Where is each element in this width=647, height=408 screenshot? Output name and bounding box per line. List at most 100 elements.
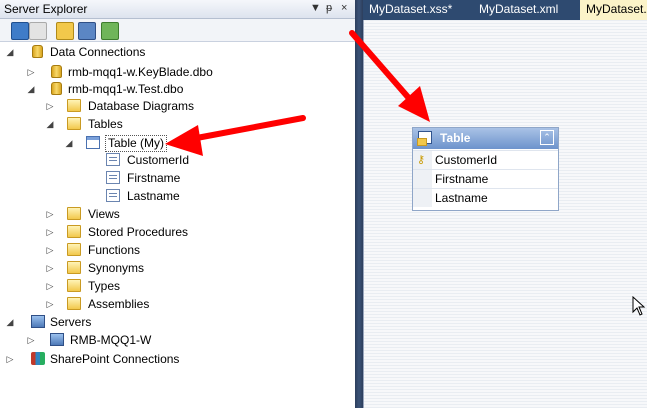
collapse-icon[interactable]: ◢: [26, 80, 36, 98]
tree-item-table-my[interactable]: ◢ Table (My): [0, 134, 350, 152]
tree-label: Functions: [88, 243, 141, 257]
tree-label: CustomerId: [127, 153, 190, 167]
collapse-button[interactable]: ⌃: [540, 130, 554, 145]
expand-icon[interactable]: ▷: [5, 350, 15, 368]
expand-icon[interactable]: ▷: [45, 259, 55, 277]
panel-splitter[interactable]: [355, 0, 363, 408]
column-icon: [106, 189, 120, 202]
tab-mydataset-xss[interactable]: MyDataset.xss*: [363, 0, 458, 20]
row-gutter: [413, 170, 432, 188]
tree-label: rmb-mqq1-w.KeyBlade.dbo: [68, 65, 213, 79]
close-panel-button[interactable]: ×: [341, 2, 347, 14]
sharepoint-icon: [31, 352, 45, 365]
tree-item-column-firstname[interactable]: Firstname: [0, 169, 350, 187]
tree-item-connection-keyblade[interactable]: ▷ rmb-mqq1-w.KeyBlade.dbo: [0, 63, 350, 81]
row-gutter: [413, 189, 432, 207]
expand-icon[interactable]: ▷: [45, 295, 55, 313]
connect-to-database-icon[interactable]: [56, 22, 74, 40]
connect-to-sharepoint-icon[interactable]: [101, 22, 119, 40]
expand-icon[interactable]: ▷: [45, 241, 55, 259]
table-card-header[interactable]: Table ⌃: [413, 128, 558, 149]
servers-icon: [31, 315, 45, 328]
server-explorer-toolbar: [0, 19, 355, 42]
column-name: Lastname: [435, 191, 488, 205]
expand-icon[interactable]: ▷: [26, 63, 36, 81]
database-icon: [51, 82, 62, 95]
tree-item-sharepoint-connections[interactable]: ▷ SharePoint Connections: [0, 350, 350, 368]
tree-label: Lastname: [127, 189, 180, 203]
table-card-title: Table: [440, 131, 471, 145]
column-icon: [106, 153, 120, 166]
table-entity-card[interactable]: Table ⌃ ⚷ CustomerId Firstname Lastname: [412, 127, 559, 211]
tree-item-tables[interactable]: ◢ Tables: [0, 115, 350, 133]
tree-item-stored-procedures[interactable]: ▷ Stored Procedures: [0, 223, 350, 241]
refresh-icon[interactable]: [11, 22, 29, 40]
expand-icon[interactable]: ▷: [45, 223, 55, 241]
dataset-designer-surface[interactable]: Table ⌃ ⚷ CustomerId Firstname Lastname: [363, 20, 647, 408]
tree-label: Firstname: [127, 171, 181, 185]
tree-item-data-connections[interactable]: ◢ Data Connections: [0, 43, 350, 61]
tree-item-types[interactable]: ▷ Types: [0, 277, 350, 295]
tree-label: Database Diagrams: [88, 99, 195, 113]
mouse-cursor-icon: [632, 296, 646, 316]
folder-icon: [67, 117, 81, 130]
tree-label: rmb-mqq1-w.Test.dbo: [68, 82, 184, 96]
expand-icon[interactable]: ▷: [45, 97, 55, 115]
tab-mydataset-active[interactable]: MyDataset.x: [580, 0, 647, 20]
window-position-button[interactable]: ▼: [310, 2, 321, 14]
tree-item-synonyms[interactable]: ▷ Synonyms: [0, 259, 350, 277]
tree-label: Data Connections: [50, 45, 146, 59]
folder-icon: [67, 207, 81, 220]
folder-icon: [67, 297, 81, 310]
folder-icon: [67, 243, 81, 256]
primary-key-icon: ⚷: [417, 154, 426, 166]
tree-label: RMB-MQQ1-W: [70, 333, 152, 347]
table-column-row[interactable]: Firstname: [413, 169, 558, 188]
table-column-row[interactable]: Lastname: [413, 188, 558, 207]
tree-label: Tables: [88, 117, 123, 131]
auto-hide-pin-button[interactable]: ᵽ: [326, 2, 332, 14]
tree-item-database-diagrams[interactable]: ▷ Database Diagrams: [0, 97, 350, 115]
tree-item-server-rmb-mqq1-w[interactable]: ▷ RMB-MQQ1-W: [0, 331, 350, 349]
tree-label: Servers: [50, 315, 92, 329]
expand-icon[interactable]: ▷: [45, 277, 55, 295]
folder-icon: [67, 225, 81, 238]
expand-icon[interactable]: ▷: [45, 205, 55, 223]
tree-label: Stored Procedures: [88, 225, 189, 239]
tree-item-assemblies[interactable]: ▷ Assemblies: [0, 295, 350, 313]
stop-icon[interactable]: [29, 22, 47, 40]
folder-icon: [67, 99, 81, 112]
server-explorer-titlebar: Server Explorer ▼ ᵽ ×: [0, 0, 355, 19]
row-gutter: ⚷: [413, 151, 432, 169]
table-column-row[interactable]: ⚷ CustomerId: [413, 150, 558, 169]
tree-label: Assemblies: [88, 297, 150, 311]
collapse-icon[interactable]: ◢: [5, 313, 15, 331]
collapse-icon[interactable]: ◢: [45, 115, 55, 133]
database-error-icon: [51, 65, 62, 78]
tree-label: Table (My): [105, 135, 168, 152]
tree-label: SharePoint Connections: [50, 352, 180, 366]
data-connections-icon: [32, 45, 43, 58]
table-icon: [86, 136, 100, 149]
tree-item-views[interactable]: ▷ Views: [0, 205, 350, 223]
server-icon: [50, 333, 64, 346]
tree-item-functions[interactable]: ▷ Functions: [0, 241, 350, 259]
folder-icon: [67, 279, 81, 292]
expand-icon[interactable]: ▷: [26, 331, 36, 349]
tree-label: Types: [88, 279, 121, 293]
table-icon: [417, 131, 432, 146]
document-tab-bar: MyDataset.xss* MyDataset.xml MyDataset.x: [363, 0, 647, 20]
tree-item-servers[interactable]: ◢ Servers: [0, 313, 350, 331]
collapse-icon[interactable]: ◢: [5, 43, 15, 61]
panel-title: Server Explorer: [4, 2, 88, 16]
tree-label: Views: [88, 207, 120, 221]
tree-item-connection-test[interactable]: ◢ rmb-mqq1-w.Test.dbo: [0, 80, 350, 98]
tree-label: Synonyms: [88, 261, 145, 275]
collapse-icon[interactable]: ◢: [64, 134, 74, 152]
connect-to-server-icon[interactable]: [78, 22, 96, 40]
tree-item-column-customerid[interactable]: CustomerId: [0, 151, 350, 169]
tree-item-column-lastname[interactable]: Lastname: [0, 187, 350, 205]
tab-mydataset-xml[interactable]: MyDataset.xml: [473, 0, 564, 20]
server-explorer-panel: Server Explorer ▼ ᵽ × ◢ Data Connections…: [0, 0, 355, 408]
column-name: Firstname: [435, 172, 489, 186]
